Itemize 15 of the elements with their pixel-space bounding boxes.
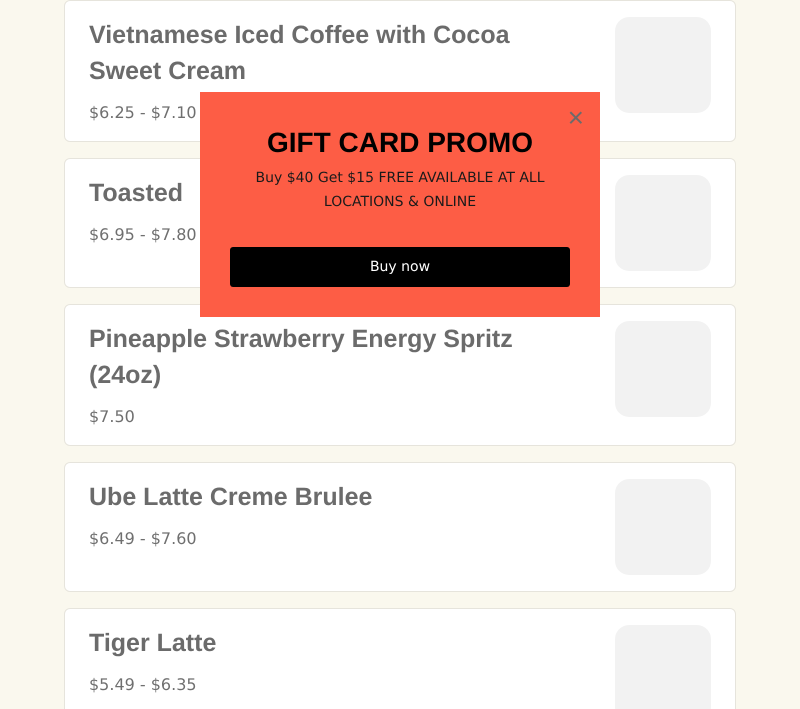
item-price: $5.49 - $6.35 — [89, 674, 197, 696]
item-price: $6.49 - $7.60 — [89, 528, 197, 550]
buy-now-button[interactable]: Buy now — [230, 247, 570, 287]
item-name: Ube Latte Creme Brulee — [89, 482, 372, 513]
item-price: $6.25 - $7.10 — [89, 102, 197, 124]
item-name: Tiger Latte — [89, 628, 216, 659]
item-price: $7.50 — [89, 406, 135, 428]
menu-item-card[interactable]: Tiger Latte $5.49 - $6.35 — [64, 608, 736, 709]
popup-text: Buy $40 Get $15 FREE AVAILABLE AT ALL LOCATIONS & ONLINE — [254, 169, 546, 212]
menu-item-card[interactable]: Ube Latte Creme Brulee $6.49 - $7.60 — [64, 462, 736, 592]
item-name: Pineapple Strawberry Energy Spritz (24oz) — [89, 324, 514, 391]
menu-item-card[interactable]: Pineapple Strawberry Energy Spritz (24oz) $7.50 — [64, 304, 736, 446]
item-price: $6.95 - $7.80 — [89, 224, 197, 246]
item-name: Vietnamese Iced Coffee with Cocoa Sweet Cream — [89, 20, 511, 87]
item-name: Toasted — [89, 178, 183, 209]
